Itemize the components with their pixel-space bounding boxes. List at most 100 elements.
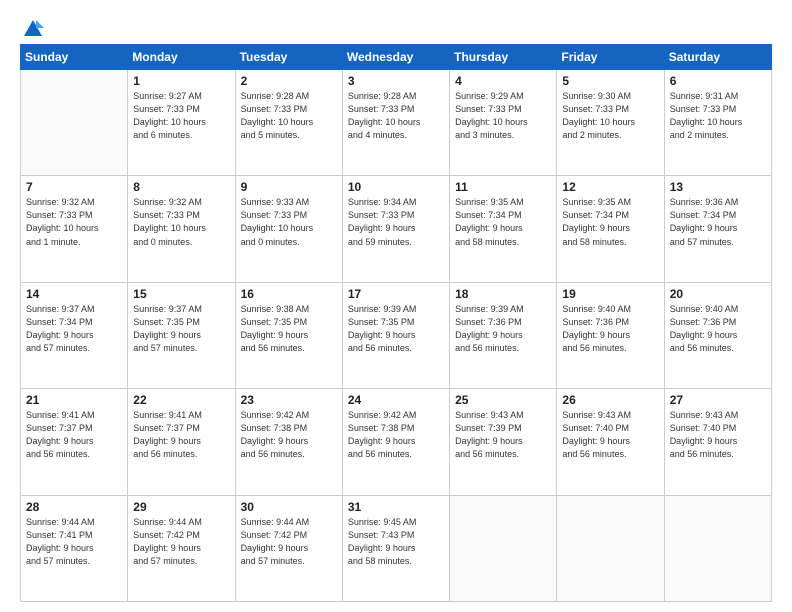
calendar-cell: 30 Sunrise: 9:44 AM Sunset: 7:42 PM Dayli… bbox=[235, 495, 342, 601]
day-info: Sunrise: 9:32 AM Sunset: 7:33 PM Dayligh… bbox=[26, 196, 122, 248]
calendar-cell: 8 Sunrise: 9:32 AM Sunset: 7:33 PM Daylig… bbox=[128, 176, 235, 282]
logo-icon bbox=[22, 18, 44, 40]
col-header-wednesday: Wednesday bbox=[342, 45, 449, 70]
day-info: Sunrise: 9:43 AM Sunset: 7:39 PM Dayligh… bbox=[455, 409, 551, 461]
day-number: 28 bbox=[26, 500, 122, 514]
day-number: 24 bbox=[348, 393, 444, 407]
day-info: Sunrise: 9:28 AM Sunset: 7:33 PM Dayligh… bbox=[348, 90, 444, 142]
calendar-cell: 26 Sunrise: 9:43 AM Sunset: 7:40 PM Dayli… bbox=[557, 389, 664, 495]
calendar-cell: 10 Sunrise: 9:34 AM Sunset: 7:33 PM Dayli… bbox=[342, 176, 449, 282]
calendar-cell bbox=[664, 495, 771, 601]
day-number: 20 bbox=[670, 287, 766, 301]
day-info: Sunrise: 9:41 AM Sunset: 7:37 PM Dayligh… bbox=[133, 409, 229, 461]
day-info: Sunrise: 9:44 AM Sunset: 7:42 PM Dayligh… bbox=[133, 516, 229, 568]
day-info: Sunrise: 9:32 AM Sunset: 7:33 PM Dayligh… bbox=[133, 196, 229, 248]
day-info: Sunrise: 9:43 AM Sunset: 7:40 PM Dayligh… bbox=[670, 409, 766, 461]
day-number: 25 bbox=[455, 393, 551, 407]
calendar-cell: 18 Sunrise: 9:39 AM Sunset: 7:36 PM Dayli… bbox=[450, 282, 557, 388]
day-info: Sunrise: 9:41 AM Sunset: 7:37 PM Dayligh… bbox=[26, 409, 122, 461]
calendar-cell: 15 Sunrise: 9:37 AM Sunset: 7:35 PM Dayli… bbox=[128, 282, 235, 388]
day-info: Sunrise: 9:40 AM Sunset: 7:36 PM Dayligh… bbox=[562, 303, 658, 355]
calendar-header-row: SundayMondayTuesdayWednesdayThursdayFrid… bbox=[21, 45, 772, 70]
day-number: 19 bbox=[562, 287, 658, 301]
calendar-cell: 27 Sunrise: 9:43 AM Sunset: 7:40 PM Dayli… bbox=[664, 389, 771, 495]
calendar-cell: 6 Sunrise: 9:31 AM Sunset: 7:33 PM Daylig… bbox=[664, 70, 771, 176]
day-number: 26 bbox=[562, 393, 658, 407]
day-number: 31 bbox=[348, 500, 444, 514]
header bbox=[20, 18, 772, 36]
calendar-cell: 17 Sunrise: 9:39 AM Sunset: 7:35 PM Dayli… bbox=[342, 282, 449, 388]
calendar-cell: 22 Sunrise: 9:41 AM Sunset: 7:37 PM Dayli… bbox=[128, 389, 235, 495]
day-info: Sunrise: 9:44 AM Sunset: 7:41 PM Dayligh… bbox=[26, 516, 122, 568]
calendar-cell: 23 Sunrise: 9:42 AM Sunset: 7:38 PM Dayli… bbox=[235, 389, 342, 495]
day-info: Sunrise: 9:42 AM Sunset: 7:38 PM Dayligh… bbox=[241, 409, 337, 461]
calendar-cell: 25 Sunrise: 9:43 AM Sunset: 7:39 PM Dayli… bbox=[450, 389, 557, 495]
day-info: Sunrise: 9:35 AM Sunset: 7:34 PM Dayligh… bbox=[562, 196, 658, 248]
calendar-cell: 28 Sunrise: 9:44 AM Sunset: 7:41 PM Dayli… bbox=[21, 495, 128, 601]
calendar-cell: 3 Sunrise: 9:28 AM Sunset: 7:33 PM Daylig… bbox=[342, 70, 449, 176]
calendar-cell: 12 Sunrise: 9:35 AM Sunset: 7:34 PM Dayli… bbox=[557, 176, 664, 282]
day-info: Sunrise: 9:28 AM Sunset: 7:33 PM Dayligh… bbox=[241, 90, 337, 142]
calendar-cell bbox=[557, 495, 664, 601]
calendar-week-row: 21 Sunrise: 9:41 AM Sunset: 7:37 PM Dayli… bbox=[21, 389, 772, 495]
day-number: 12 bbox=[562, 180, 658, 194]
day-info: Sunrise: 9:39 AM Sunset: 7:36 PM Dayligh… bbox=[455, 303, 551, 355]
calendar-cell: 20Sunrise: 9:40 AM Sunset: 7:36 PM Dayli… bbox=[664, 282, 771, 388]
day-number: 13 bbox=[670, 180, 766, 194]
day-info: Sunrise: 9:42 AM Sunset: 7:38 PM Dayligh… bbox=[348, 409, 444, 461]
calendar-cell: 7Sunrise: 9:32 AM Sunset: 7:33 PM Daylig… bbox=[21, 176, 128, 282]
calendar-cell: 5Sunrise: 9:30 AM Sunset: 7:33 PM Daylig… bbox=[557, 70, 664, 176]
col-header-saturday: Saturday bbox=[664, 45, 771, 70]
day-info: Sunrise: 9:45 AM Sunset: 7:43 PM Dayligh… bbox=[348, 516, 444, 568]
calendar-cell: 31 Sunrise: 9:45 AM Sunset: 7:43 PM Dayli… bbox=[342, 495, 449, 601]
day-number: 1 bbox=[133, 74, 229, 88]
col-header-thursday: Thursday bbox=[450, 45, 557, 70]
day-number: 10 bbox=[348, 180, 444, 194]
day-info: Sunrise: 9:31 AM Sunset: 7:33 PM Dayligh… bbox=[670, 90, 766, 142]
day-number: 5 bbox=[562, 74, 658, 88]
day-info: Sunrise: 9:37 AM Sunset: 7:35 PM Dayligh… bbox=[133, 303, 229, 355]
day-info: Sunrise: 9:44 AM Sunset: 7:42 PM Dayligh… bbox=[241, 516, 337, 568]
day-number: 15 bbox=[133, 287, 229, 301]
day-number: 23 bbox=[241, 393, 337, 407]
calendar-cell: 11Sunrise: 9:35 AM Sunset: 7:34 PM Dayli… bbox=[450, 176, 557, 282]
day-info: Sunrise: 9:35 AM Sunset: 7:34 PM Dayligh… bbox=[455, 196, 551, 248]
day-number: 8 bbox=[133, 180, 229, 194]
day-info: Sunrise: 9:43 AM Sunset: 7:40 PM Dayligh… bbox=[562, 409, 658, 461]
day-info: Sunrise: 9:39 AM Sunset: 7:35 PM Dayligh… bbox=[348, 303, 444, 355]
col-header-monday: Monday bbox=[128, 45, 235, 70]
col-header-tuesday: Tuesday bbox=[235, 45, 342, 70]
col-header-sunday: Sunday bbox=[21, 45, 128, 70]
day-number: 29 bbox=[133, 500, 229, 514]
day-info: Sunrise: 9:33 AM Sunset: 7:33 PM Dayligh… bbox=[241, 196, 337, 248]
calendar-cell bbox=[21, 70, 128, 176]
logo bbox=[20, 18, 44, 36]
day-info: Sunrise: 9:36 AM Sunset: 7:34 PM Dayligh… bbox=[670, 196, 766, 248]
calendar-cell: 16 Sunrise: 9:38 AM Sunset: 7:35 PM Dayli… bbox=[235, 282, 342, 388]
calendar-week-row: 7Sunrise: 9:32 AM Sunset: 7:33 PM Daylig… bbox=[21, 176, 772, 282]
day-number: 16 bbox=[241, 287, 337, 301]
calendar-cell: 21 Sunrise: 9:41 AM Sunset: 7:37 PM Dayli… bbox=[21, 389, 128, 495]
calendar-cell: 29 Sunrise: 9:44 AM Sunset: 7:42 PM Dayli… bbox=[128, 495, 235, 601]
day-info: Sunrise: 9:34 AM Sunset: 7:33 PM Dayligh… bbox=[348, 196, 444, 248]
day-number: 3 bbox=[348, 74, 444, 88]
calendar-cell bbox=[450, 495, 557, 601]
day-number: 21 bbox=[26, 393, 122, 407]
day-number: 14 bbox=[26, 287, 122, 301]
calendar-cell: 19 Sunrise: 9:40 AM Sunset: 7:36 PM Dayli… bbox=[557, 282, 664, 388]
day-number: 22 bbox=[133, 393, 229, 407]
calendar-week-row: 14 Sunrise: 9:37 AM Sunset: 7:34 PM Dayli… bbox=[21, 282, 772, 388]
day-info: Sunrise: 9:37 AM Sunset: 7:34 PM Dayligh… bbox=[26, 303, 122, 355]
day-info: Sunrise: 9:27 AM Sunset: 7:33 PM Dayligh… bbox=[133, 90, 229, 142]
calendar-week-row: 1 Sunrise: 9:27 AM Sunset: 7:33 PM Daylig… bbox=[21, 70, 772, 176]
day-number: 30 bbox=[241, 500, 337, 514]
day-info: Sunrise: 9:29 AM Sunset: 7:33 PM Dayligh… bbox=[455, 90, 551, 142]
day-number: 6 bbox=[670, 74, 766, 88]
calendar-cell: 4Sunrise: 9:29 AM Sunset: 7:33 PM Daylig… bbox=[450, 70, 557, 176]
calendar-cell: 13 Sunrise: 9:36 AM Sunset: 7:34 PM Dayli… bbox=[664, 176, 771, 282]
day-number: 27 bbox=[670, 393, 766, 407]
day-number: 18 bbox=[455, 287, 551, 301]
day-info: Sunrise: 9:38 AM Sunset: 7:35 PM Dayligh… bbox=[241, 303, 337, 355]
day-number: 17 bbox=[348, 287, 444, 301]
page: SundayMondayTuesdayWednesdayThursdayFrid… bbox=[0, 0, 792, 612]
